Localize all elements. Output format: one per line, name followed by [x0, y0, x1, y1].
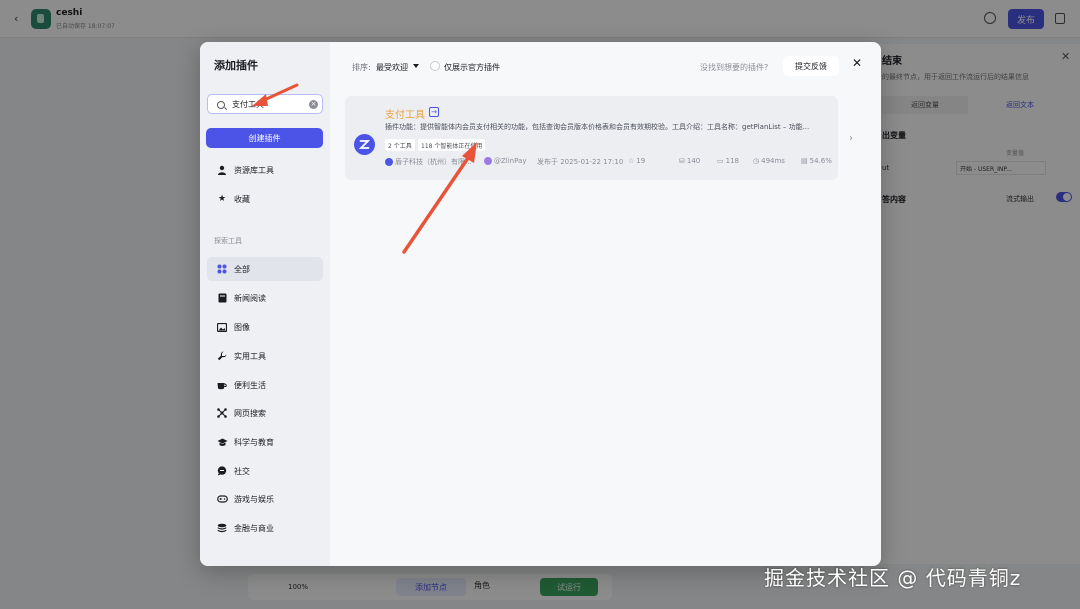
category-label: 金融与商业	[234, 523, 274, 533]
category-games[interactable]: 游戏与娱乐	[207, 487, 323, 511]
category-image[interactable]: 图像	[207, 315, 323, 339]
image-icon	[216, 322, 228, 332]
search-box[interactable]: ×	[207, 94, 323, 114]
tool-count-tag: 2 个工具	[385, 139, 415, 151]
sidebar-item-library-tools[interactable]: 资源库工具	[207, 158, 323, 182]
zlinpay-logo-icon	[354, 134, 375, 155]
sort-dropdown[interactable]: 最受欢迎	[376, 62, 408, 73]
usage-count-tag: 118 个智能体正在使用	[418, 139, 486, 151]
person-icon	[216, 165, 228, 175]
category-web-search[interactable]: 网页搜索	[207, 401, 323, 425]
category-label: 新闻阅读	[234, 293, 266, 303]
search-input[interactable]	[232, 98, 306, 111]
stat-bots: ▭ 118	[717, 157, 739, 165]
official-only-checkbox[interactable]	[430, 61, 440, 71]
network-icon	[216, 408, 228, 418]
category-news[interactable]: 新闻阅读	[207, 286, 323, 310]
create-plugin-button[interactable]: 创建插件	[206, 128, 323, 148]
grid-icon	[216, 264, 228, 274]
watermark: 掘金技术社区 @ 代码青铜z	[764, 566, 1022, 590]
add-plugin-dialog: 添加插件 × 创建插件 资源库工具 ★ 收藏 探索工具 全部	[200, 42, 881, 566]
category-label: 便利生活	[234, 380, 266, 390]
chart-icon: ▤	[801, 157, 808, 165]
sort-label: 排序:	[352, 63, 371, 72]
close-icon[interactable]: ✕	[852, 56, 862, 70]
cup-icon	[216, 381, 228, 390]
search-icon	[217, 101, 225, 109]
category-label: 图像	[234, 322, 250, 332]
category-label: 科学与教育	[234, 437, 274, 447]
chat-icon	[216, 466, 228, 476]
dialog-title: 添加插件	[214, 59, 258, 72]
stack-icon: ⛁	[679, 157, 685, 165]
publisher-logo-icon	[385, 158, 393, 166]
category-label: 实用工具	[234, 351, 266, 361]
clock-icon: ◷	[753, 157, 760, 165]
chevron-right-icon[interactable]: ›	[849, 133, 853, 144]
publish-date: 发布于 2025-01-22 17:10	[537, 158, 624, 166]
wrench-icon	[216, 351, 228, 361]
sidebar-item-favorites[interactable]: ★ 收藏	[207, 187, 323, 211]
category-lifestyle[interactable]: 便利生活	[207, 373, 323, 397]
stat-value: 118	[725, 157, 739, 165]
stat-value: 54.6%	[809, 157, 832, 165]
stat-success-rate: ▤ 54.6%	[801, 157, 832, 165]
gamepad-icon	[216, 495, 228, 503]
category-label: 游戏与娱乐	[234, 494, 274, 504]
plugin-name[interactable]: 支付工具	[385, 106, 425, 121]
category-science-education[interactable]: 科学与教育	[207, 430, 323, 454]
author-avatar	[484, 157, 492, 165]
submit-feedback-button[interactable]: 提交反馈	[783, 56, 839, 76]
plugin-sidebar: 添加插件 × 创建插件 资源库工具 ★ 收藏 探索工具 全部	[200, 42, 330, 566]
sidebar-item-label: 资源库工具	[234, 165, 274, 175]
category-all[interactable]: 全部	[207, 257, 323, 281]
publisher-name: 盾子科技（杭州）有限...	[395, 158, 472, 166]
graduation-icon	[216, 438, 228, 447]
category-label: 全部	[234, 264, 250, 274]
star-icon: ★	[217, 194, 227, 204]
category-social[interactable]: 社交	[207, 459, 323, 483]
stat-value: 494ms	[761, 157, 785, 165]
author-name: @ZlinPay	[494, 157, 527, 165]
category-utilities[interactable]: 实用工具	[207, 344, 323, 368]
chevron-down-icon[interactable]	[413, 64, 419, 68]
plugin-description: 插件功能：提供智能体内会员支付相关的功能，包括查询会员版本价格表和会员有效期校验…	[385, 123, 810, 131]
star-count[interactable]: ☆ 19	[628, 157, 645, 165]
star-count-value: 19	[636, 157, 646, 165]
sidebar-item-label: 收藏	[234, 194, 250, 204]
not-found-hint: 没找到想要的插件?	[700, 63, 769, 72]
message-icon: ▭	[717, 157, 724, 165]
stat-latency: ◷ 494ms	[753, 157, 785, 165]
book-icon	[216, 293, 228, 303]
author: @ZlinPay	[484, 157, 526, 165]
coins-icon	[216, 523, 228, 533]
stat-calls: ⛁ 140	[679, 157, 700, 165]
official-only-label[interactable]: 仅展示官方插件	[444, 62, 500, 73]
category-label: 社交	[234, 466, 250, 476]
clear-icon[interactable]: ×	[309, 100, 318, 109]
category-finance[interactable]: 金融与商业	[207, 516, 323, 540]
star-outline-icon: ☆	[628, 157, 635, 165]
publisher: 盾子科技（杭州）有限...	[385, 157, 472, 167]
plugin-card[interactable]: 支付工具 → 插件功能：提供智能体内会员支付相关的功能，包括查询会员版本价格表和…	[345, 96, 853, 180]
add-to-workflow-icon[interactable]: →	[429, 107, 439, 117]
explore-tools-label: 探索工具	[214, 237, 242, 245]
category-label: 网页搜索	[234, 408, 266, 418]
stat-value: 140	[686, 157, 701, 165]
